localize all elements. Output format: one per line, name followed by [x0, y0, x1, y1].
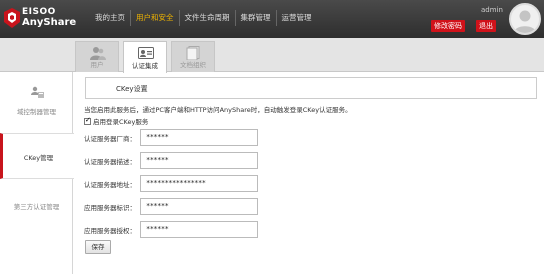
app-server-id-label: 应用服务器标识：	[84, 204, 136, 212]
username: admin	[481, 6, 503, 14]
auth-server-description-label: 认证服务器描述：	[84, 158, 136, 166]
users-icon	[90, 47, 106, 60]
auth-server-address-label: 认证服务器地址：	[84, 181, 136, 189]
change-password-button[interactable]: 修改密码	[431, 20, 465, 32]
tab-document-organization-label: 文档组织	[180, 61, 206, 69]
auth-server-description-input[interactable]: ******	[140, 152, 258, 169]
module-tab-bar: 用户 认证集成 文档组织	[0, 38, 544, 73]
save-button[interactable]: 保存	[85, 240, 111, 254]
top-header: EISOO AnyShare 我的主页 用户和安全 文件生命周期 集群管理 运营…	[0, 0, 544, 38]
enable-ckey-checkbox[interactable]	[84, 116, 91, 125]
logout-button[interactable]: 退出	[476, 20, 496, 32]
sidebar-item-domain-controller[interactable]: 域控制器管理	[0, 76, 73, 122]
app-server-authorization-label: 应用服务器授权：	[84, 227, 136, 235]
sidebar: 域控制器管理 CKey管理 第三方认证管理	[0, 72, 74, 274]
auth-server-address-input[interactable]: ****************	[140, 175, 258, 192]
tab-auth-integration-label: 认证集成	[132, 62, 158, 70]
section-header: CKey设置	[85, 77, 537, 99]
main-content: CKey设置 当您启用此服务后，通过PC客户端和HTTP访问AnyShare时，…	[73, 72, 544, 274]
logo-brand-text: EISOO	[22, 7, 56, 17]
documents-icon	[186, 46, 200, 60]
tab-auth-integration[interactable]: 认证集成	[123, 41, 167, 73]
logo-mark-icon	[4, 8, 20, 28]
logo-product-text: AnyShare	[22, 17, 77, 28]
service-description: 当您启用此服务后，通过PC客户端和HTTP访问AnyShare时，自动触发登录C…	[84, 106, 352, 114]
section-title: CKey设置	[116, 85, 148, 93]
anyshare-logo[interactable]: EISOO AnyShare	[4, 7, 84, 33]
sidebar-item-label: 域控制器管理	[17, 108, 56, 116]
sidebar-item-label: CKey管理	[23, 154, 54, 162]
nav-operations-management[interactable]: 运营管理	[277, 10, 317, 26]
tab-document-organization[interactable]: 文档组织	[171, 41, 215, 72]
auth-server-vendor-input[interactable]: ******	[140, 129, 258, 146]
id-card-icon	[138, 47, 154, 59]
tab-users[interactable]: 用户	[75, 41, 119, 72]
app-server-id-input[interactable]: ******	[140, 198, 258, 215]
avatar[interactable]	[509, 3, 541, 35]
tab-users-label: 用户	[90, 61, 104, 69]
auth-server-vendor-label: 认证服务器厂商：	[84, 135, 136, 143]
enable-ckey-label[interactable]: 启用登录CKey服务	[93, 116, 148, 126]
sidebar-item-label: 第三方认证管理	[13, 203, 60, 211]
enable-ckey-row: 启用登录CKey服务	[84, 116, 148, 126]
nav-my-home[interactable]: 我的主页	[90, 10, 131, 26]
domain-controller-icon	[31, 86, 44, 98]
nav-cluster-management[interactable]: 集群管理	[236, 10, 277, 26]
user-avatar-icon	[514, 10, 536, 33]
sidebar-item-third-party-auth[interactable]: 第三方认证管理	[0, 184, 73, 230]
main-nav: 我的主页 用户和安全 文件生命周期 集群管理 运营管理	[90, 10, 317, 26]
sidebar-item-ckey[interactable]: CKey管理	[0, 133, 74, 179]
nav-users-security[interactable]: 用户和安全	[131, 10, 180, 26]
nav-file-lifecycle[interactable]: 文件生命周期	[180, 10, 236, 26]
app-server-authorization-input[interactable]: ******	[140, 221, 258, 238]
